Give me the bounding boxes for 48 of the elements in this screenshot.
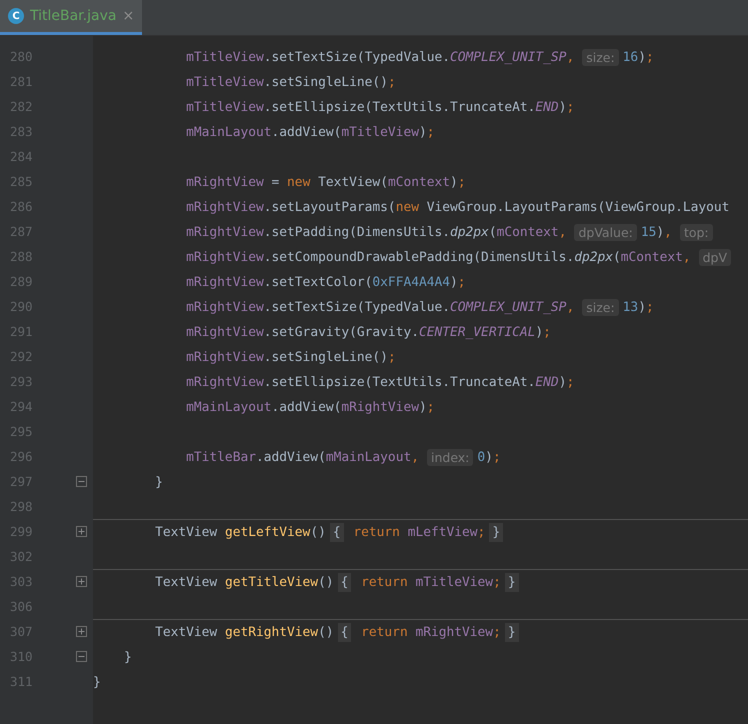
folded-brace[interactable]: { — [338, 622, 352, 642]
code-text: mTitleView.setSingleLine(); — [185, 74, 396, 90]
parameter-hint: index: — [426, 448, 474, 466]
code-text: mRightView = new TextView(mContext); — [185, 174, 466, 190]
code-text: mTitleBar.addView(mMainLayout, — [185, 450, 419, 464]
code-text: mRightView.setLayoutParams(new ViewGroup.LayoutParams(ViewGroup.Layout — [185, 200, 730, 214]
code-text: } — [123, 650, 132, 664]
code-text: return mTitleView; — [360, 574, 501, 590]
code-text: TextView getRightView() — [154, 624, 334, 640]
collapse-icon[interactable] — [76, 476, 87, 487]
parameter-hint: dpV — [698, 248, 732, 266]
code-text: } — [93, 674, 101, 690]
code-text: mMainLayout.addView(mTitleView); — [185, 124, 434, 140]
folded-brace[interactable]: { — [338, 572, 352, 592]
code-text: mRightView.setTextColor(0xFFA4A4A4); — [185, 274, 466, 290]
code-text: mRightView.setSingleLine(); — [185, 350, 396, 364]
code-text: 15), — [640, 224, 672, 240]
code-text: return mLeftView; — [352, 524, 486, 540]
expand-icon[interactable] — [76, 526, 87, 537]
expand-icon[interactable] — [76, 626, 87, 637]
code-text: mMainLayout.addView(mRightView); — [185, 400, 434, 414]
code-text: } — [154, 474, 163, 490]
code-text: 16); — [622, 50, 654, 64]
code-text: return mRightView; — [360, 624, 501, 640]
file-tab[interactable]: C TitleBar.java × — [0, 0, 142, 35]
code-text: TextView getTitleView() — [154, 574, 334, 590]
expand-icon[interactable] — [76, 576, 87, 587]
parameter-hint: top: — [680, 224, 713, 240]
parameter-hint: size: — [582, 48, 619, 66]
folded-brace[interactable]: { — [330, 522, 344, 542]
collapse-icon[interactable] — [76, 651, 87, 662]
code-text: TextView getLeftView() — [154, 524, 326, 540]
parameter-hint: size: — [582, 298, 619, 316]
code-text: 0); — [477, 450, 501, 464]
folded-brace[interactable]: } — [504, 622, 519, 642]
code-text: mTitleView.setEllipsize(TextUtils.TruncateAt.END); — [185, 100, 574, 114]
code-text: mRightView.setGravity(Gravity.CENTER_VERTICAL); — [185, 324, 551, 340]
code-text: 13); — [622, 300, 654, 314]
code-text: mTitleView.setTextSize(TypedValue.COMPLEX_UNIT_SP, — [185, 50, 574, 64]
class-icon: C — [8, 8, 24, 24]
code-text: mRightView.setPadding(DimensUtils.dp2px(mContext, — [185, 224, 566, 240]
code-text: mRightView.setCompoundDrawablePadding(DimensUtils.dp2px(mContext, — [185, 250, 691, 264]
folded-brace[interactable]: } — [489, 522, 504, 542]
code-text: mRightView.setEllipsize(TextUtils.TruncateAt.END); — [185, 374, 574, 390]
code-text: mRightView.setTextSize(TypedValue.COMPLEX_UNIT_SP, — [185, 300, 574, 314]
parameter-hint: dpValue: — [574, 224, 637, 240]
tab-title: TitleBar.java — [30, 8, 116, 24]
folded-brace[interactable]: } — [504, 572, 519, 592]
